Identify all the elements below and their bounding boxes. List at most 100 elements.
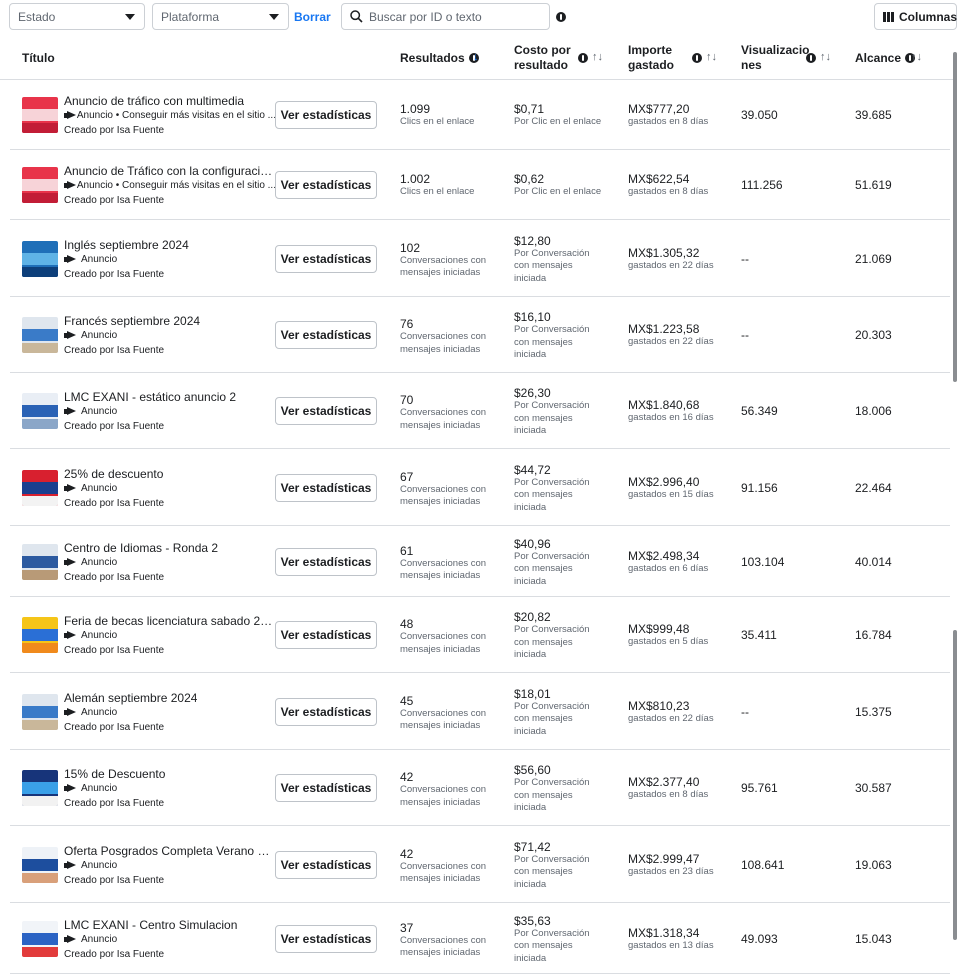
- sort-down-icon[interactable]: ↓: [473, 51, 479, 63]
- results-label-line: Clics en el enlace: [400, 186, 475, 197]
- info-icon[interactable]: [578, 53, 588, 63]
- ad-creator: Creado por Isa Fuente: [64, 645, 165, 656]
- header-costo[interactable]: Costo por resultado: [514, 43, 571, 73]
- results-value: 48: [400, 617, 414, 631]
- info-icon[interactable]: [556, 12, 566, 22]
- cost-label-line: Por Conversación: [514, 700, 590, 712]
- ver-estadisticas-button[interactable]: Ver estadísticas: [275, 244, 377, 273]
- results-label: Conversaciones con mensajes iniciadas: [400, 255, 486, 280]
- ad-title[interactable]: Alemán septiembre 2024: [64, 691, 197, 705]
- columns-button[interactable]: Columnas: [874, 3, 957, 30]
- search-input[interactable]: [369, 9, 544, 24]
- ad-type-label: Anuncio: [81, 253, 118, 265]
- amount-label: gastados en 15 días: [628, 488, 714, 500]
- ad-title[interactable]: Oferta Posgrados Completa Verano 2025: [64, 844, 274, 858]
- ver-estadisticas-button[interactable]: Ver estadísticas: [275, 697, 377, 726]
- plataforma-dropdown[interactable]: Plataforma: [152, 3, 289, 30]
- thumbnail-band: [22, 419, 58, 429]
- ver-estadisticas-button[interactable]: Ver estadísticas: [275, 547, 377, 576]
- scrollbar-thumb[interactable]: [953, 630, 957, 940]
- ad-title[interactable]: Anuncio de Tráfico con la configuración …: [64, 164, 274, 178]
- ad-thumbnail: [22, 920, 58, 957]
- cost-label: Por Conversación con mensajes iniciada: [514, 777, 590, 815]
- ver-estadisticas-button[interactable]: Ver estadísticas: [275, 397, 377, 425]
- reach-value: 20.303: [855, 328, 892, 342]
- ver-estadisticas-button[interactable]: Ver estadísticas: [275, 321, 377, 349]
- header-titulo[interactable]: Título: [22, 51, 55, 66]
- cost-label: Por Conversación con mensajes iniciada: [514, 928, 590, 966]
- ver-estadisticas-button[interactable]: Ver estadísticas: [275, 924, 377, 953]
- ver-estadisticas-button[interactable]: Ver estadísticas: [275, 171, 377, 199]
- reach-value: 18.006: [855, 404, 892, 418]
- table-row: Anuncio de Tráfico con la configuración …: [10, 150, 950, 220]
- info-icon[interactable]: [692, 53, 702, 63]
- ad-title[interactable]: 15% de Descuento: [64, 767, 165, 781]
- results-label: Conversaciones con mensajes iniciadas: [400, 484, 486, 509]
- ad-type-label: Anuncio: [81, 556, 118, 568]
- sort-icon[interactable]: ↑↓: [911, 51, 922, 63]
- estado-dropdown[interactable]: Estado: [9, 3, 145, 30]
- results-label: Conversaciones con mensajes iniciadas: [400, 407, 486, 432]
- ver-estadisticas-button[interactable]: Ver estadísticas: [275, 774, 377, 802]
- results-label: Clics en el enlace: [400, 186, 474, 199]
- ad-title[interactable]: LMC EXANI - estático anuncio 2: [64, 390, 236, 404]
- amount-label: gastados en 6 días: [628, 562, 709, 574]
- header-resultados[interactable]: Resultados: [400, 51, 479, 66]
- amount-label: gastados en 23 días: [628, 865, 714, 877]
- ad-title[interactable]: LMC EXANI - Centro Simulacion: [64, 918, 237, 932]
- cost-label-line: con mensajes: [514, 412, 573, 424]
- cost-label-line: Por Clic en el enlace: [514, 186, 602, 197]
- ad-title[interactable]: Feria de becas licenciatura sabado 25 en…: [64, 614, 274, 628]
- cost-label-line: iniciada: [514, 649, 547, 660]
- ad-title[interactable]: Anuncio de tráfico con multimedia: [64, 94, 244, 108]
- results-value: 1.099: [400, 102, 431, 116]
- table-row: Anuncio de tráfico con multimedia Anuncio…: [10, 80, 950, 150]
- sort-icon[interactable]: ↑↓: [706, 51, 717, 63]
- cost-value: $16,10: [514, 310, 551, 324]
- results-value: 102: [400, 240, 421, 255]
- results-label-line: Conversaciones con: [400, 934, 487, 946]
- borrar-link[interactable]: Borrar: [294, 10, 331, 24]
- cost-label-line: con mensajes: [514, 260, 573, 271]
- ad-type-label: Anuncio: [81, 630, 118, 641]
- ver-estadisticas-button[interactable]: Ver estadísticas: [275, 101, 377, 129]
- header-alcance[interactable]: Alcance: [855, 51, 916, 66]
- cost-value: $12,80: [514, 233, 551, 248]
- ad-title[interactable]: 25% de descuento: [64, 467, 163, 481]
- ad-title[interactable]: Francés septiembre 2024: [64, 314, 200, 328]
- scrollbar-thumb[interactable]: [953, 52, 957, 382]
- ad-thumbnail: [22, 167, 58, 203]
- sort-icon[interactable]: ↑↓: [592, 51, 603, 63]
- results-value: 1.002: [400, 172, 431, 186]
- ver-estadisticas-button[interactable]: Ver estadísticas: [275, 621, 377, 649]
- ad-thumbnail: [22, 543, 58, 580]
- ad-title[interactable]: Centro de Idiomas - Ronda 2: [64, 541, 218, 555]
- reach-value: 22.464: [855, 480, 892, 495]
- sort-icon[interactable]: ↑↓: [820, 51, 831, 63]
- header-importe[interactable]: Importe gastado: [628, 43, 674, 73]
- thumbnail-band: [22, 123, 58, 133]
- cost-label-line: iniciada: [514, 272, 547, 284]
- cost-label-line: iniciada: [514, 725, 547, 737]
- amount-label: gastados en 22 días: [628, 336, 714, 347]
- estado-dropdown-label: Estado: [18, 9, 56, 24]
- results-label: Conversaciones con mensajes iniciadas: [400, 708, 486, 733]
- info-icon[interactable]: [806, 53, 816, 63]
- header-visualizaciones[interactable]: Visualizacio nes: [741, 43, 809, 73]
- results-label-line: Conversaciones con: [400, 254, 487, 266]
- results-value: 70: [400, 393, 414, 407]
- cost-label-line: iniciada: [514, 425, 547, 436]
- reach-value: 15.375: [855, 704, 892, 719]
- cost-label-line: iniciada: [514, 952, 547, 964]
- ad-title[interactable]: Inglés septiembre 2024: [64, 238, 189, 252]
- results-label-line: mensajes iniciadas: [400, 267, 481, 278]
- cost-label: Por Clic en el enlace: [514, 186, 601, 199]
- cost-label-line: Por Conversación: [514, 624, 590, 635]
- views-value: --: [741, 328, 749, 342]
- cost-value: $35,63: [514, 913, 551, 928]
- megaphone-icon: [64, 255, 77, 264]
- ver-estadisticas-button[interactable]: Ver estadísticas: [275, 850, 377, 879]
- cost-value: $20,82: [514, 610, 551, 624]
- ver-estadisticas-button[interactable]: Ver estadísticas: [275, 473, 377, 502]
- cost-label: Por Conversación con mensajes iniciada: [514, 551, 590, 589]
